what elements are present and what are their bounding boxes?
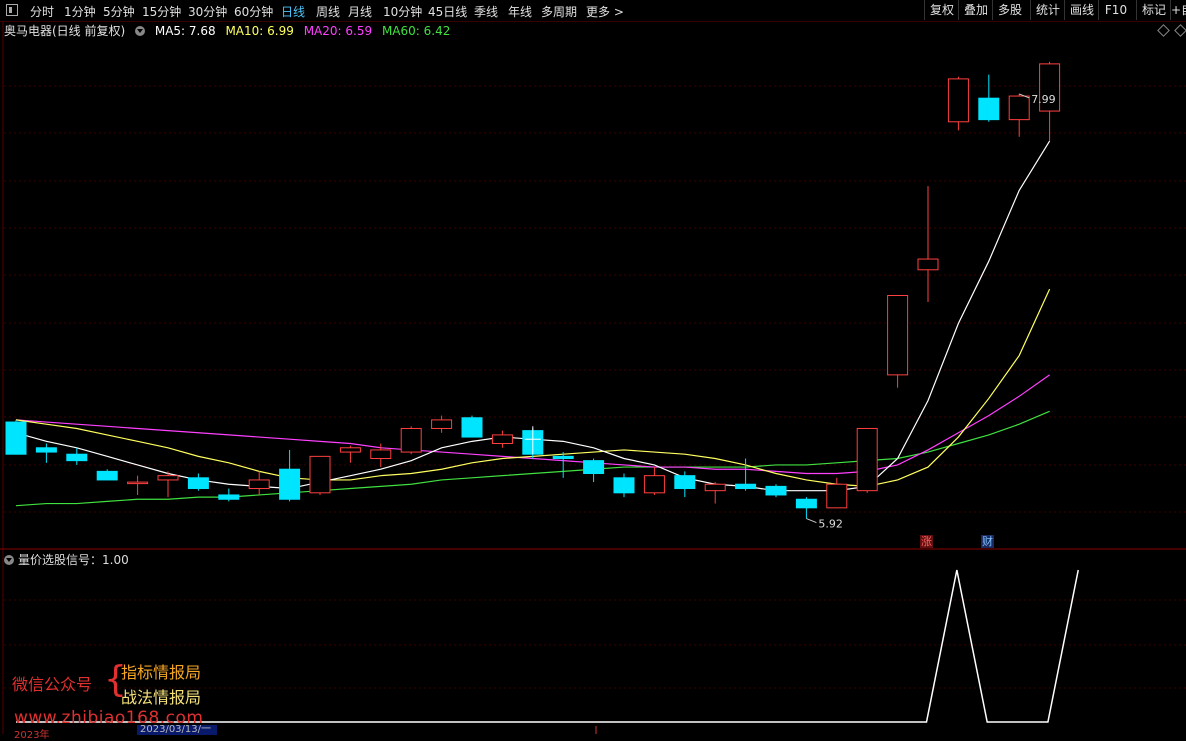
candle-body — [279, 468, 301, 500]
candle-body — [218, 494, 240, 500]
candle-body — [309, 455, 331, 494]
candle-body — [35, 447, 57, 453]
cai-badge[interactable]: 财 — [981, 535, 994, 548]
candle-body — [856, 427, 878, 492]
indicator-menu-icon[interactable] — [4, 555, 14, 565]
candle-body — [704, 483, 726, 492]
signal-indicator-title: 量价选股信号：1.00 — [4, 551, 129, 568]
candle-body — [66, 453, 88, 462]
candle-body — [765, 485, 787, 496]
candle-body — [248, 479, 270, 490]
candle-body — [735, 483, 757, 490]
kline-chart[interactable]: 7.99 5.92 — [0, 0, 1186, 734]
candle-body — [917, 258, 939, 271]
candle-body — [431, 419, 453, 429]
candle-body — [187, 477, 209, 490]
watermark-wechat: 微信公众号 — [12, 675, 93, 694]
candle-body — [5, 421, 27, 455]
candle-body — [339, 447, 361, 453]
candle-body — [157, 475, 179, 481]
low-price-label: 5.92 — [818, 518, 843, 531]
candle-body — [461, 417, 483, 438]
candle-body — [795, 498, 817, 509]
signal-value: 量价选股信号：1.00 — [18, 553, 129, 567]
candle-body — [887, 295, 909, 376]
candle-body — [400, 427, 422, 453]
candle-body — [370, 449, 392, 460]
candle-body — [826, 483, 848, 509]
candle-body — [552, 455, 574, 460]
candle-body — [643, 475, 665, 494]
candle-body — [674, 475, 696, 490]
candle-body — [491, 434, 513, 444]
watermark-line1: 指标情报局 — [121, 663, 202, 682]
candle-body — [1008, 95, 1030, 121]
zhang-badge[interactable]: 涨 — [920, 535, 933, 548]
candle-body — [947, 78, 969, 123]
candle-body — [583, 460, 605, 475]
candle-body — [127, 481, 149, 485]
candle-body — [96, 470, 118, 481]
high-price-label: 7.99 — [1031, 93, 1056, 106]
candle-body — [978, 97, 1000, 121]
watermark-line2: 战法情报局 — [121, 688, 202, 707]
candle-body — [613, 477, 635, 494]
low-marker — [806, 518, 817, 524]
